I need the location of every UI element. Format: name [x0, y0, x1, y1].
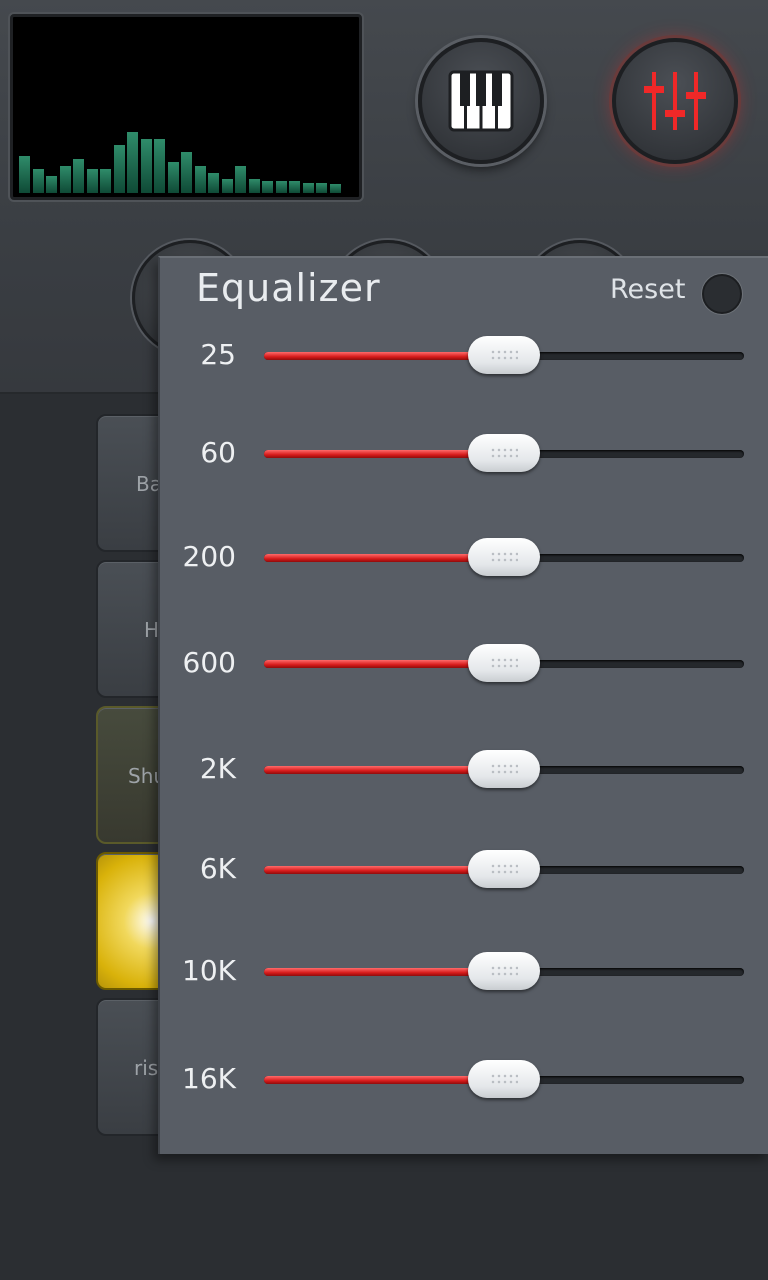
pad-label: H: [144, 618, 160, 642]
spectrum-bar: [208, 173, 219, 193]
eq-slider-thumb[interactable]: [468, 644, 540, 682]
reset-button[interactable]: [702, 274, 742, 314]
spectrum-bar: [113, 145, 125, 193]
eq-band-label: 200: [182, 540, 236, 573]
equalizer-panel: Equalizer Reset 25 60 200 600 2K 6K 10K 16K: [158, 256, 768, 1154]
spectrum-bar: [235, 166, 246, 193]
spectrum-bar: [127, 132, 138, 193]
spectrum-bar: [86, 169, 98, 193]
spectrum-bar: [329, 184, 341, 193]
eq-band-200: 200: [160, 538, 768, 578]
sliders-icon: [644, 72, 706, 130]
spectrum-bar: [32, 169, 44, 193]
eq-band-label: 25: [200, 338, 236, 371]
eq-band-60: 60: [160, 434, 768, 474]
eq-band-10k: 10K: [160, 952, 768, 992]
eq-slider-thumb[interactable]: [468, 750, 540, 788]
spectrum-bar: [167, 162, 179, 193]
spectrum-bar: [302, 183, 314, 193]
spectrum-bar: [275, 181, 287, 193]
spectrum-bar: [221, 179, 233, 193]
eq-band-label: 60: [200, 436, 236, 469]
eq-band-25: 25: [160, 336, 768, 376]
spectrum-bar: [181, 152, 192, 193]
pad-label: ris: [134, 1056, 159, 1080]
spectrum-bar: [59, 166, 71, 193]
spectrum-visualizer: [10, 14, 362, 200]
spectrum-bar: [316, 183, 327, 193]
reset-label: Reset: [610, 274, 686, 305]
piano-keys-icon: [448, 70, 514, 132]
spectrum-bar: [19, 156, 30, 193]
piano-button[interactable]: [418, 38, 544, 164]
spectrum-bar: [154, 139, 165, 193]
eq-band-label: 16K: [182, 1062, 236, 1095]
eq-slider-thumb[interactable]: [468, 538, 540, 576]
eq-slider-thumb[interactable]: [468, 850, 540, 888]
eq-band-label: 6K: [199, 852, 236, 885]
eq-slider-thumb[interactable]: [468, 952, 540, 990]
mixer-button[interactable]: [612, 38, 738, 164]
eq-slider-thumb[interactable]: [468, 1060, 540, 1098]
eq-band-label: 10K: [182, 954, 236, 987]
eq-band-2k: 2K: [160, 750, 768, 790]
spectrum-bar: [73, 159, 84, 193]
eq-band-label: 600: [182, 646, 236, 679]
spectrum-bar: [248, 179, 260, 193]
spectrum-bar: [289, 181, 300, 193]
spectrum-bar: [262, 181, 273, 193]
spectrum-bar: [194, 166, 206, 193]
eq-slider-thumb[interactable]: [468, 336, 540, 374]
eq-band-label: 2K: [199, 752, 236, 785]
eq-band-600: 600: [160, 644, 768, 684]
spectrum-bar: [46, 176, 57, 193]
equalizer-title: Equalizer: [196, 266, 381, 310]
spectrum-bar: [140, 139, 152, 193]
spectrum-bar: [100, 169, 111, 193]
eq-band-16k: 16K: [160, 1060, 768, 1100]
eq-band-6k: 6K: [160, 850, 768, 890]
eq-slider-thumb[interactable]: [468, 434, 540, 472]
